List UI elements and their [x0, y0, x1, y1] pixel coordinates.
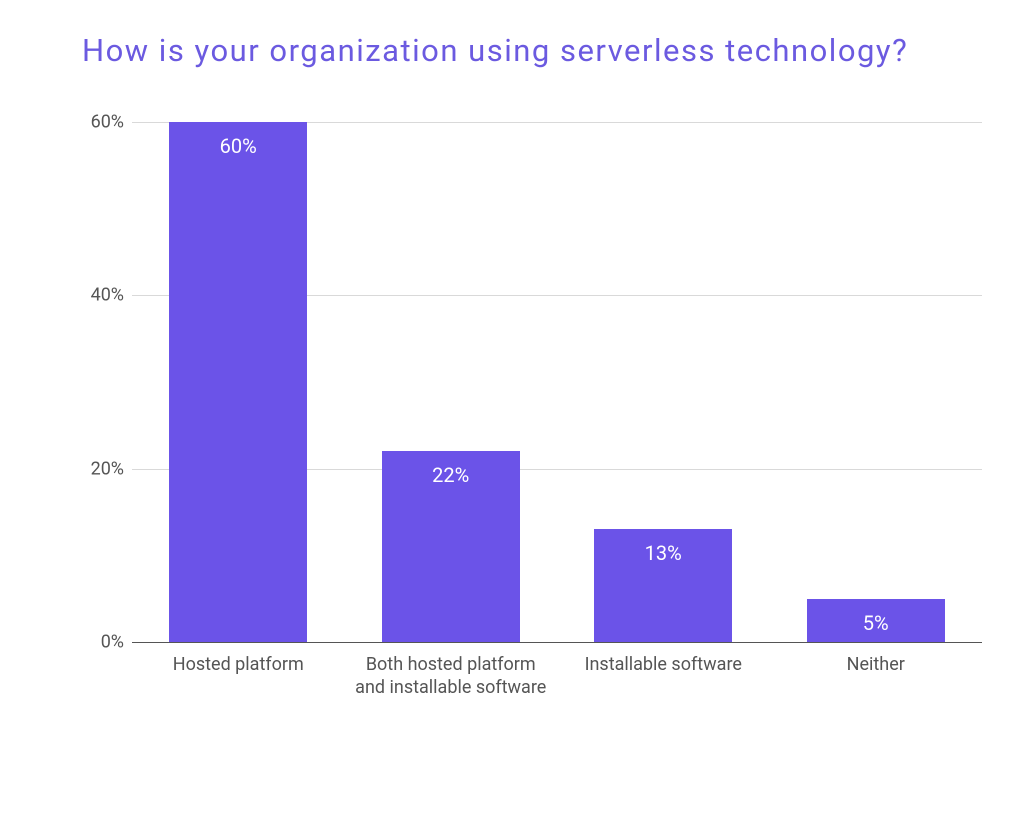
- x-axis-labels: Hosted platform Both hosted platform and…: [132, 647, 982, 700]
- bar-col-2: 13%: [557, 122, 770, 642]
- chart-title: How is your organization using serverles…: [82, 30, 954, 72]
- bar-label-1: 22%: [432, 463, 469, 487]
- x-label-2: Installable software: [557, 647, 770, 700]
- y-tick-0: 0%: [101, 631, 124, 652]
- x-label-1: Both hosted platform and installable sof…: [345, 647, 558, 700]
- bar-neither: 5%: [807, 599, 945, 642]
- chart-container: How is your organization using serverles…: [0, 0, 1024, 817]
- x-label-0: Hosted platform: [132, 647, 345, 700]
- bar-label-0: 60%: [220, 134, 257, 158]
- bar-col-3: 5%: [770, 122, 983, 642]
- bar-both: 22%: [382, 451, 520, 642]
- bar-installable: 13%: [594, 529, 732, 642]
- bar-label-2: 13%: [645, 541, 682, 565]
- bar-hosted-platform: 60%: [169, 122, 307, 642]
- y-tick-20: 20%: [91, 458, 124, 479]
- bar-col-1: 22%: [345, 122, 558, 642]
- y-tick-40: 40%: [91, 284, 124, 305]
- bars-group: 60% 22% 13% 5%: [132, 122, 982, 642]
- plot-area: 60% 22% 13% 5%: [132, 122, 982, 642]
- x-label-3: Neither: [770, 647, 983, 700]
- bar-col-0: 60%: [132, 122, 345, 642]
- y-tick-60: 60%: [91, 111, 124, 132]
- chart-area: 60% 40% 20% 0% 60% 22%: [32, 112, 992, 732]
- baseline: [132, 642, 982, 643]
- bar-label-3: 5%: [863, 611, 889, 635]
